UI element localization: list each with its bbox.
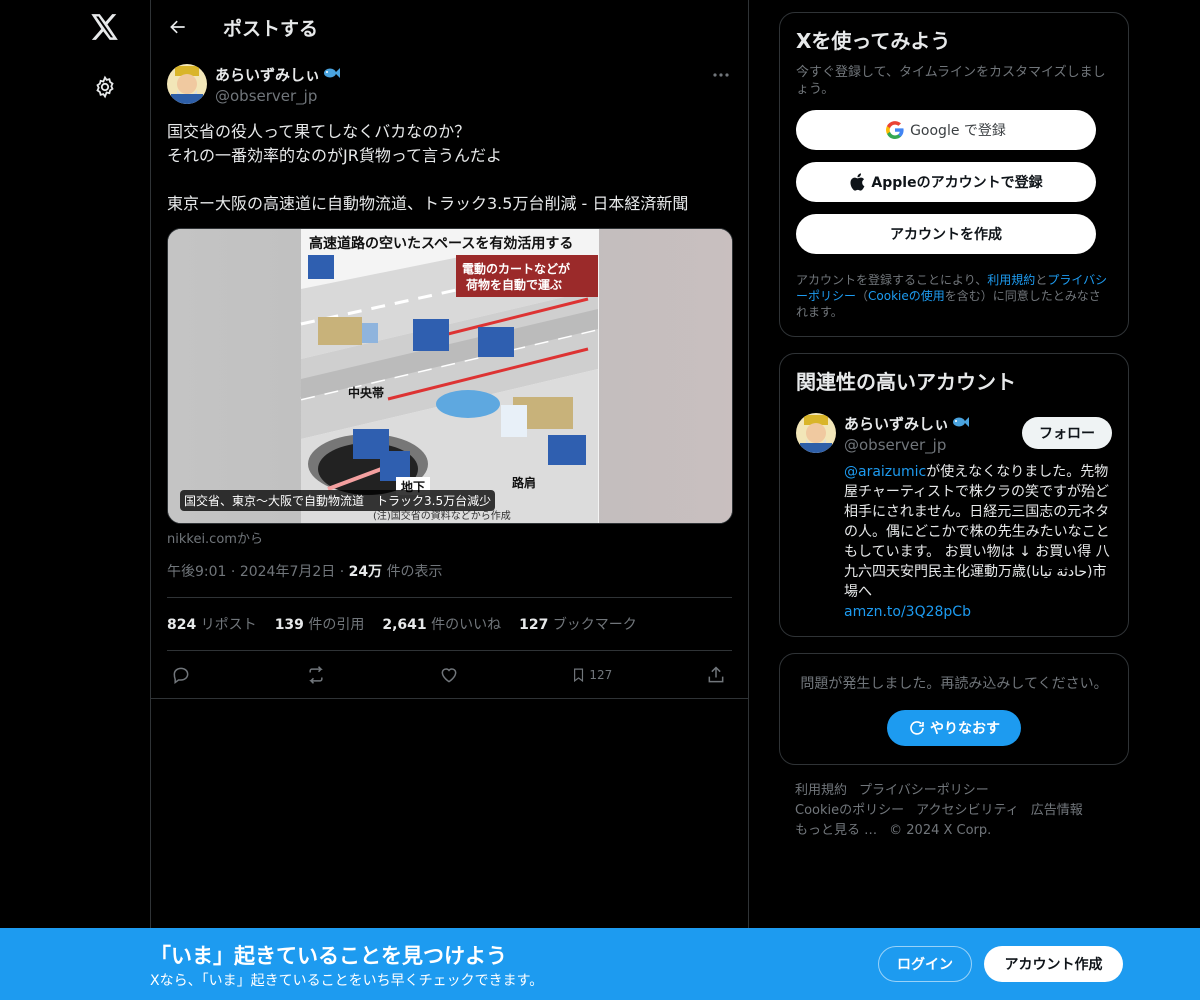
link-card-caption: 国交省、東京〜大阪で自動物流道 トラック3.5万台減少: [180, 490, 496, 511]
login-button[interactable]: ログイン: [878, 946, 972, 982]
post-text: 国交省の役人って果てしなくバカなのか？ それの一番効率的なのがJR貨物って言うん…: [167, 122, 689, 213]
avatar[interactable]: [167, 64, 207, 104]
reply-button[interactable]: [171, 665, 211, 685]
signup-card: Xを使ってみよう 今すぐ登録して、タイムラインをカスタマイズしましょう。 Goo…: [779, 12, 1129, 337]
views-count: 24万: [348, 564, 383, 580]
share-button[interactable]: [706, 665, 728, 685]
reposts-stat[interactable]: 824 リポスト: [167, 614, 257, 634]
heart-icon: [441, 667, 456, 683]
infographic-image: 高速道路の空いたスペースを有効活用する 電動のカートなどが 荷物を自動で運ぶ 中…: [168, 229, 732, 523]
signup-card-title: Xを使ってみよう: [796, 29, 951, 53]
more-options-icon[interactable]: [710, 64, 732, 86]
banner-subtitle: Xなら、「いま」起きていることをいち早くチェックできます。: [150, 973, 544, 989]
footer-copyright: © 2024 X Corp.: [889, 823, 992, 838]
create-account-button[interactable]: アカウントを作成: [796, 214, 1096, 254]
quotes-stat[interactable]: 139 件の引用: [275, 614, 365, 634]
google-icon: [886, 121, 904, 139]
error-card: 問題が発生しました。再読み込みしてください。 やりなおす: [779, 653, 1129, 765]
post-detail: あらいずみしぃ @observer_jp 国交省の役人って果てしなくバカなのか？…: [151, 54, 748, 699]
signup-card-subtitle: 今すぐ登録して、タイムラインをカスタマイズしましょう。: [796, 65, 1106, 97]
likes-stat[interactable]: 2,641 件のいいね: [382, 614, 501, 634]
infographic-label-median: 中央帯: [348, 385, 384, 400]
footer-more[interactable]: もっと見る …: [795, 823, 877, 838]
follow-button[interactable]: フォロー: [1022, 417, 1112, 449]
refresh-icon: [910, 721, 924, 735]
left-nav: [0, 0, 150, 1000]
settings-gear-icon[interactable]: [90, 72, 120, 102]
infographic-label-shoulder: 路肩: [512, 475, 536, 490]
related-accounts-card: 関連性の高いアカウント あらいずみしぃ @observer_jp @araizu…: [779, 353, 1129, 637]
author-name-text: あらいずみしぃ: [215, 66, 321, 84]
author-name[interactable]: あらいずみしぃ: [215, 64, 341, 85]
views-label: 件の表示: [386, 564, 443, 580]
post-actions: 127: [151, 651, 748, 699]
signup-legal-text: アカウントを登録することにより、利用規約とプライバシーポリシー（Cookieの使…: [796, 273, 1108, 319]
right-sidebar: Xを使ってみよう 今すぐ登録して、タイムラインをカスタマイズしましょう。 Goo…: [779, 12, 1129, 841]
footer-accessibility[interactable]: アクセシビリティ: [916, 803, 1019, 818]
link-card-image[interactable]: 高速道路の空いたスペースを有効活用する 電動のカートなどが 荷物を自動で運ぶ 中…: [167, 228, 733, 524]
apple-icon: [850, 173, 865, 191]
fish-emoji-icon: [951, 415, 970, 433]
apple-signup-button[interactable]: Appleのアカウントで登録: [796, 162, 1096, 202]
cookie-link[interactable]: Cookieの使用: [868, 289, 945, 303]
terms-link[interactable]: 利用規約: [987, 273, 1035, 287]
post-date[interactable]: 2024年7月2日: [240, 564, 335, 580]
retry-button[interactable]: やりなおす: [887, 710, 1021, 746]
footer-terms[interactable]: 利用規約: [795, 783, 847, 798]
footer-cookie[interactable]: Cookieのポリシー: [795, 803, 904, 818]
bookmark-button[interactable]: 127: [572, 665, 612, 685]
footer-privacy[interactable]: プライバシーポリシー: [859, 783, 989, 798]
footer-links: 利用規約 プライバシーポリシー Cookieのポリシー アクセシビリティ 広告情報 も…: [779, 781, 1129, 841]
infographic-callout-1: 電動のカートなどが: [462, 261, 570, 276]
related-avatar[interactable]: [796, 413, 836, 453]
author-meta: あらいずみしぃ @observer_jp: [215, 64, 341, 105]
banner-title: 「いま」起きていることを見つけよう: [150, 944, 507, 968]
like-button[interactable]: [439, 665, 479, 685]
engagement-stats: 824 リポスト 139 件の引用 2,641 件のいいね 127 ブックマーク: [167, 598, 732, 651]
repost-button[interactable]: [305, 665, 345, 685]
link-source[interactable]: nikkei.comから: [167, 528, 732, 547]
reply-icon: [173, 667, 189, 684]
author-row: あらいずみしぃ @observer_jp: [167, 64, 732, 108]
banner-signup-button[interactable]: アカウント作成: [984, 946, 1123, 982]
google-signup-button[interactable]: Google で登録: [796, 110, 1096, 150]
related-bio: @araizumicが使えなくなりました。先物屋チャーティストで株クラの笑ですが…: [844, 464, 1110, 620]
timestamp-row: 午後9:01 · 2024年7月2日 · 24万 件の表示: [167, 561, 732, 598]
related-account: あらいずみしぃ @observer_jp @araizumicが使えなくなりまし…: [796, 413, 1112, 624]
infographic-callout-2: 荷物を自動で運ぶ: [465, 277, 562, 292]
error-message: 問題が発生しました。再読み込みしてください。: [800, 676, 1108, 692]
bio-link[interactable]: amzn.to/3Q28pCb: [844, 604, 971, 620]
footer-ads[interactable]: 広告情報: [1031, 803, 1083, 818]
post-time[interactable]: 午後9:01: [167, 564, 226, 580]
x-logo-icon[interactable]: [88, 10, 122, 44]
main-column: ポストする あらいずみしぃ @observer_jp 国交省の役人って果てしなく…: [150, 0, 749, 928]
page-title: ポストする: [223, 17, 319, 40]
bookmark-count: 127: [589, 667, 613, 682]
repost-icon: [308, 665, 323, 684]
related-accounts-title: 関連性の高いアカウント: [796, 370, 1016, 394]
share-icon: [708, 665, 724, 682]
bookmarks-stat[interactable]: 127 ブックマーク: [519, 614, 637, 634]
bio-mention-link[interactable]: @araizumic: [844, 464, 926, 480]
infographic-headline: 高速道路の空いたスペースを有効活用する: [309, 235, 573, 252]
back-arrow-icon[interactable]: [167, 16, 189, 38]
fish-emoji-icon: [322, 66, 341, 84]
bookmark-icon: [574, 668, 584, 682]
author-handle[interactable]: @observer_jp: [215, 87, 340, 105]
post-header: ポストする: [151, 0, 748, 54]
